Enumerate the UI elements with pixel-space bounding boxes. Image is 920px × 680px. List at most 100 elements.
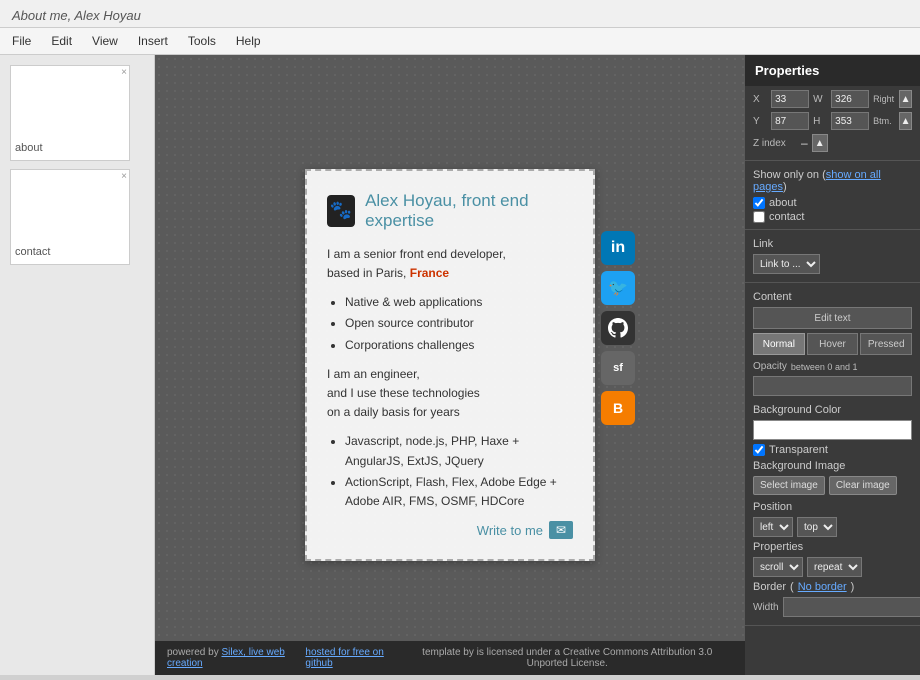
position-label: Position [753, 501, 912, 513]
menu-tools[interactable]: Tools [184, 32, 220, 50]
title-bar: About me, Alex Hoyau [0, 0, 920, 28]
border-style-link[interactable]: No border [798, 581, 847, 593]
close-contact-icon[interactable]: × [121, 172, 127, 182]
close-about-icon[interactable]: × [121, 68, 127, 78]
twitter-icon[interactable]: 🐦 [601, 271, 635, 305]
footer-left: powered by Silex, live web creation [167, 647, 305, 669]
y-input[interactable] [771, 112, 809, 130]
pos-y-select[interactable]: top [797, 517, 837, 537]
menu-bar: File Edit View Insert Tools Help [0, 28, 920, 55]
panel-header: Properties [745, 55, 920, 86]
show-only-section: Show only on (show on all pages) about c… [745, 161, 920, 230]
social-icons: in 🐦 sf B [601, 231, 635, 425]
menu-edit[interactable]: Edit [47, 32, 76, 50]
footer-hosted: hosted for free on github [305, 647, 401, 669]
x-label: X [753, 94, 767, 105]
right-label: Right [873, 94, 895, 104]
width-row: Width ▲ [753, 597, 912, 617]
repeat-select[interactable]: repeat [807, 557, 862, 577]
bottom-stepper[interactable]: ▲ [899, 112, 912, 130]
y-label: Y [753, 116, 767, 127]
list-item: Native & web applications [345, 293, 573, 312]
page-preview-about [15, 70, 125, 140]
page-preview-contact [15, 174, 125, 244]
link-select[interactable]: Link to ... [753, 254, 820, 274]
show-about-checkbox[interactable] [753, 197, 765, 209]
opacity-input[interactable] [753, 376, 912, 396]
h-input[interactable] [831, 112, 869, 130]
content-card[interactable]: 🐾 Alex Hoyau, front end expertise I am a… [305, 169, 595, 561]
footer-license: template by is licensed under a Creative… [402, 647, 734, 669]
write-to-me[interactable]: Write to me ✉ [327, 521, 573, 539]
link-label: Link [753, 238, 912, 250]
select-image-button[interactable]: Select image [753, 476, 825, 495]
x-input[interactable] [771, 90, 809, 108]
left-sidebar: × about × contact [0, 55, 155, 675]
tab-normal[interactable]: Normal [753, 333, 805, 355]
image-buttons: Select image Clear image [753, 476, 912, 495]
w-label: W [813, 94, 827, 105]
menu-insert[interactable]: Insert [134, 32, 172, 50]
page-thumb-about[interactable]: × about [10, 65, 130, 161]
clear-image-button[interactable]: Clear image [829, 476, 897, 495]
tab-hover[interactable]: Hover [807, 333, 859, 355]
show-contact-row: contact [753, 211, 912, 223]
content-label: Content [753, 291, 912, 303]
show-only-label: Show only on (show on all pages) [753, 169, 912, 193]
xy-row: X W Right ▲ [753, 90, 912, 108]
list-item: Javascript, node.js, PHP, Haxe + Angular… [345, 432, 573, 470]
paw-icon: 🐾 [327, 195, 355, 227]
canvas-footer: powered by Silex, live web creation host… [155, 641, 745, 675]
h-label: H [813, 116, 827, 127]
transparent-row: Transparent [753, 444, 912, 456]
zindex-stepper[interactable]: ▲ [812, 134, 828, 152]
canvas-area: 🐾 Alex Hoyau, front end expertise I am a… [155, 55, 745, 675]
github-link[interactable]: hosted for free on github [305, 647, 383, 669]
state-tabs: Normal Hover Pressed [753, 333, 912, 355]
show-contact-checkbox[interactable] [753, 211, 765, 223]
content-section: Content Edit text Normal Hover Pressed O… [745, 283, 920, 626]
right-panel: Properties X W Right ▲ Y H Btm. ▲ Z inde… [745, 55, 920, 675]
border-row: Border (No border) [753, 581, 912, 593]
blogger-icon[interactable]: B [601, 391, 635, 425]
show-about-row: about [753, 197, 912, 209]
email-icon: ✉ [549, 521, 573, 539]
page-thumb-contact[interactable]: × contact [10, 169, 130, 265]
props-label: Properties [753, 541, 912, 553]
menu-help[interactable]: Help [232, 32, 265, 50]
pos-x-select[interactable]: left [753, 517, 793, 537]
zindex-label: Z index [753, 138, 793, 149]
position-section: X W Right ▲ Y H Btm. ▲ Z index – ▲ [745, 86, 920, 161]
github-icon[interactable] [601, 311, 635, 345]
list-item: Corporations challenges [345, 336, 573, 355]
sourcefab-icon[interactable]: sf [601, 351, 635, 385]
linkedin-icon[interactable]: in [601, 231, 635, 265]
menu-file[interactable]: File [8, 32, 35, 50]
scroll-select[interactable]: scroll [753, 557, 803, 577]
link-section: Link Link to ... [745, 230, 920, 283]
menu-view[interactable]: View [88, 32, 122, 50]
border-width-input[interactable] [783, 597, 920, 617]
list-item: Open source contributor [345, 314, 573, 333]
tab-pressed[interactable]: Pressed [860, 333, 912, 355]
wh-row: Y H Btm. ▲ [753, 112, 912, 130]
edit-text-button[interactable]: Edit text [753, 307, 912, 329]
link-dropdown: Link to ... [753, 254, 912, 274]
bg-color-label: Background Color [753, 404, 912, 416]
list-tech: Javascript, node.js, PHP, Haxe + Angular… [327, 432, 573, 511]
zindex-row: Z index – ▲ [753, 134, 912, 152]
scroll-repeat-selects: scroll repeat [753, 557, 912, 577]
page-label-about: about [15, 140, 125, 156]
bg-image-label: Background Image [753, 460, 912, 472]
bg-color-swatch[interactable] [753, 420, 912, 440]
w-input[interactable] [831, 90, 869, 108]
list-skills: Native & web applications Open source co… [327, 293, 573, 355]
app-title: About me, Alex Hoyau [12, 8, 141, 23]
engineer-paragraph: I am an engineer, and I use these techno… [327, 365, 573, 423]
right-stepper[interactable]: ▲ [899, 90, 912, 108]
card-body: I am a senior front end developer, based… [327, 245, 573, 511]
transparent-checkbox[interactable] [753, 444, 765, 456]
intro-paragraph: I am a senior front end developer, based… [327, 245, 573, 283]
list-item: ActionScript, Flash, Flex, Adobe Edge + … [345, 473, 573, 511]
card-header: 🐾 Alex Hoyau, front end expertise [327, 191, 573, 231]
